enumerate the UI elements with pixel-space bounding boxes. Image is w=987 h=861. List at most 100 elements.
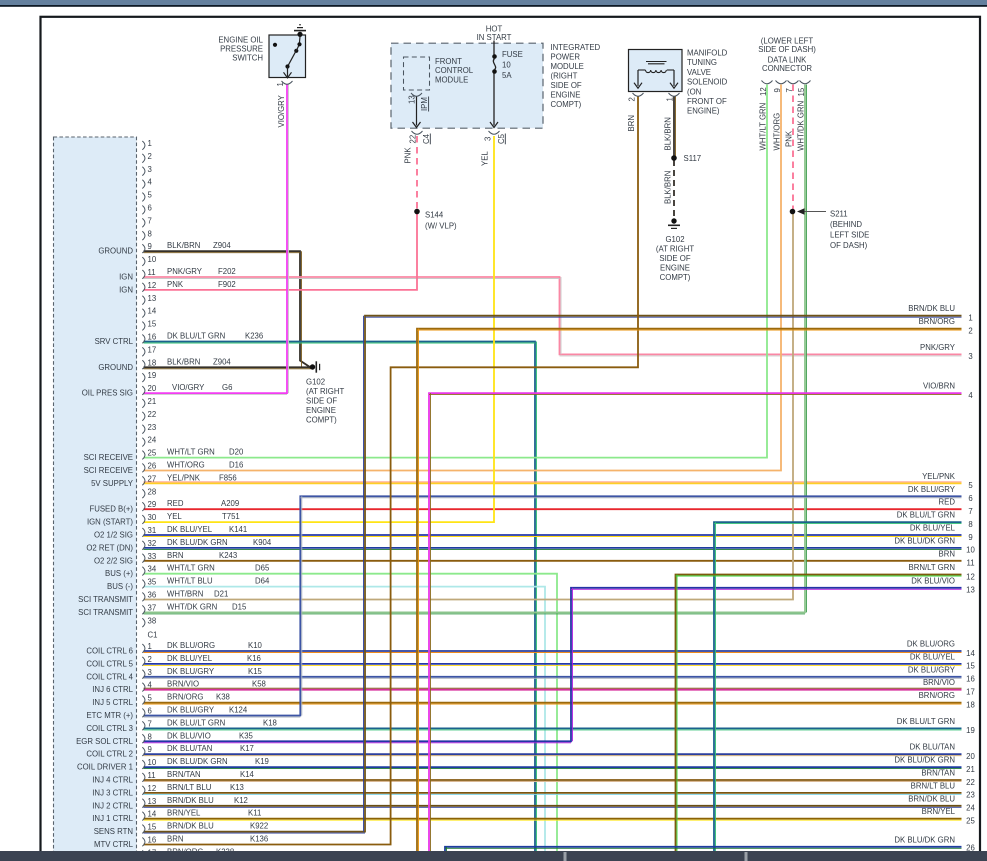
svg-text:1: 1 <box>276 82 285 86</box>
svg-text:S211: S211 <box>830 210 848 219</box>
svg-text:COIL CTRL 5: COIL CTRL 5 <box>86 659 133 668</box>
svg-text:15: 15 <box>148 823 157 832</box>
svg-text:DK BLU/LT GRN: DK BLU/LT GRN <box>897 511 955 520</box>
svg-text:19: 19 <box>148 371 157 380</box>
svg-text:13: 13 <box>966 586 975 595</box>
svg-text:32: 32 <box>148 539 157 548</box>
svg-text:POWER: POWER <box>551 53 581 62</box>
svg-text:F902: F902 <box>218 280 236 289</box>
svg-text:WHT/DK GRN: WHT/DK GRN <box>796 101 805 151</box>
svg-text:2: 2 <box>968 326 972 335</box>
svg-text:12: 12 <box>148 784 157 793</box>
svg-text:BRN: BRN <box>167 835 183 844</box>
svg-text:FRONT OF: FRONT OF <box>687 97 727 106</box>
svg-text:K19: K19 <box>255 757 269 766</box>
svg-text:GROUND: GROUND <box>98 363 133 372</box>
svg-text:7: 7 <box>968 507 972 516</box>
svg-text:18: 18 <box>148 358 157 367</box>
svg-text:2: 2 <box>148 152 152 161</box>
svg-text:10: 10 <box>148 758 157 767</box>
svg-text:K16: K16 <box>247 654 261 663</box>
svg-text:COMPT): COMPT) <box>306 416 337 425</box>
svg-text:9: 9 <box>148 242 152 251</box>
svg-text:K136: K136 <box>250 835 268 844</box>
svg-text:DK BLU/DK GRN: DK BLU/DK GRN <box>894 756 955 765</box>
svg-text:EGR SOL CTRL: EGR SOL CTRL <box>76 737 134 746</box>
svg-text:COIL CTRL 3: COIL CTRL 3 <box>86 724 133 733</box>
svg-text:K38: K38 <box>216 693 230 702</box>
svg-text:2: 2 <box>148 655 152 664</box>
svg-text:1: 1 <box>665 97 674 101</box>
svg-text:BRN/VIO: BRN/VIO <box>923 678 955 687</box>
svg-text:VALVE: VALVE <box>687 68 711 77</box>
svg-text:26: 26 <box>148 462 157 471</box>
svg-text:K15: K15 <box>248 667 263 676</box>
svg-text:5V SUPPLY: 5V SUPPLY <box>91 479 134 488</box>
svg-text:O2 RET (DN): O2 RET (DN) <box>86 543 133 552</box>
svg-text:BRN/ORG: BRN/ORG <box>167 693 203 702</box>
svg-text:BRN: BRN <box>939 549 955 558</box>
svg-text:INJ 3 CTRL: INJ 3 CTRL <box>92 788 133 797</box>
svg-text:22: 22 <box>966 778 975 787</box>
svg-text:MODULE: MODULE <box>551 62 584 71</box>
svg-text:K58: K58 <box>252 680 266 689</box>
svg-text:DK BLU/LT GRN: DK BLU/LT GRN <box>897 717 955 726</box>
svg-text:K12: K12 <box>234 796 248 805</box>
svg-text:INTEGRATED: INTEGRATED <box>551 43 601 52</box>
svg-text:F856: F856 <box>219 473 237 482</box>
svg-text:3: 3 <box>148 165 152 174</box>
svg-text:K35: K35 <box>239 731 254 740</box>
svg-text:DK BLU/TAN: DK BLU/TAN <box>910 743 955 752</box>
svg-text:Z904: Z904 <box>213 357 231 366</box>
svg-text:PNK: PNK <box>167 280 184 289</box>
svg-text:WHT/ORG: WHT/ORG <box>167 461 205 470</box>
svg-text:DK BLU/GRY: DK BLU/GRY <box>167 706 215 715</box>
svg-text:14: 14 <box>148 810 157 819</box>
svg-text:WHT/LT GRN: WHT/LT GRN <box>167 448 215 457</box>
svg-text:13: 13 <box>148 797 157 806</box>
svg-text:IGN: IGN <box>119 273 133 282</box>
svg-text:D15: D15 <box>232 602 247 611</box>
svg-text:17: 17 <box>966 688 975 697</box>
svg-text:SIDE OF DASH): SIDE OF DASH) <box>758 45 816 54</box>
svg-text:YEL: YEL <box>480 151 489 166</box>
svg-text:D65: D65 <box>255 564 270 573</box>
svg-text:16: 16 <box>148 333 157 342</box>
svg-text:RED: RED <box>939 498 956 507</box>
svg-text:16: 16 <box>966 675 975 684</box>
svg-text:25: 25 <box>966 817 975 826</box>
svg-text:S144: S144 <box>425 211 444 220</box>
svg-text:DK BLU/DK GRN: DK BLU/DK GRN <box>167 538 228 547</box>
svg-text:BRN: BRN <box>627 115 636 131</box>
svg-text:K243: K243 <box>219 551 237 560</box>
svg-text:BLK/BRN: BLK/BRN <box>664 117 673 150</box>
svg-text:G6: G6 <box>222 383 232 392</box>
svg-text:24: 24 <box>966 804 975 813</box>
svg-text:20: 20 <box>148 384 157 393</box>
svg-text:K10: K10 <box>248 641 263 650</box>
svg-text:23: 23 <box>966 791 975 800</box>
svg-text:O2 1/2 SIG: O2 1/2 SIG <box>94 531 133 540</box>
svg-text:6: 6 <box>148 204 152 213</box>
svg-text:21: 21 <box>148 397 157 406</box>
svg-text:D21: D21 <box>214 590 228 599</box>
svg-text:15: 15 <box>966 662 975 671</box>
svg-text:FUSE: FUSE <box>502 50 523 59</box>
svg-text:COIL CTRL 2: COIL CTRL 2 <box>86 750 133 759</box>
svg-text:31: 31 <box>148 526 157 535</box>
svg-text:(AT RIGHT: (AT RIGHT <box>656 245 694 254</box>
svg-text:MANIFOLD: MANIFOLD <box>687 49 728 58</box>
svg-text:ENGINE: ENGINE <box>660 264 690 273</box>
svg-text:DK BLU/GRY: DK BLU/GRY <box>167 667 215 676</box>
svg-text:7: 7 <box>148 216 152 225</box>
svg-text:3: 3 <box>483 137 492 141</box>
svg-text:WHT/BRN: WHT/BRN <box>167 590 203 599</box>
svg-text:C1: C1 <box>148 631 158 640</box>
svg-text:4: 4 <box>148 681 153 690</box>
svg-text:20: 20 <box>966 752 975 761</box>
svg-text:3: 3 <box>148 668 152 677</box>
svg-text:INJ 2 CTRL: INJ 2 CTRL <box>92 801 133 810</box>
svg-text:FUSED B(+): FUSED B(+) <box>89 505 133 514</box>
svg-text:8: 8 <box>148 229 152 238</box>
svg-text:12: 12 <box>759 87 768 96</box>
